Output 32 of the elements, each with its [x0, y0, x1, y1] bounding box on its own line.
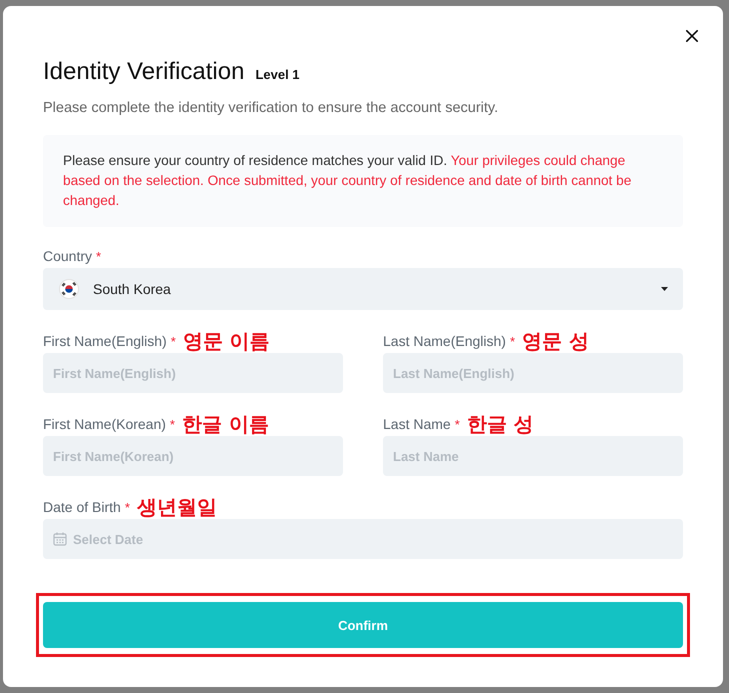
required-mark: * [454, 416, 460, 432]
field-label: Last Name [383, 416, 451, 432]
field-label: Country [43, 248, 92, 264]
required-mark: * [96, 248, 102, 264]
country-select[interactable]: South Korea [43, 268, 683, 310]
close-button[interactable] [683, 27, 701, 45]
close-icon [686, 30, 698, 42]
required-mark: * [170, 334, 176, 348]
dialog-subtitle: Please complete the identity verification to ensure the account security. [43, 99, 500, 118]
notice-text: Please ensure your country of residence matches your valid ID. Your privileges could change based on the selection. Once submitted, your country of residence and date of birth cannot be changed. [63, 152, 632, 210]
annotation-text: 영문 성 [522, 328, 589, 354]
required-mark: * [510, 334, 515, 348]
input-field[interactable]: Last Name [383, 436, 683, 476]
annotation-text: 한글 이름 [182, 410, 269, 438]
annotation-text: 생년월일 [136, 494, 217, 520]
field-label: First Name(English) [43, 333, 167, 349]
input-field[interactable]: Last Name(English) [383, 353, 683, 393]
input-field[interactable]: First Name(English) [43, 353, 343, 393]
field-label: Last Name(English) [383, 333, 506, 349]
level-label: Level 1 [255, 67, 300, 82]
field-label: Date of Birth [43, 499, 121, 515]
caret-icon [661, 287, 668, 291]
required-mark: * [124, 500, 130, 514]
date-field[interactable]: Select Date [43, 519, 683, 559]
dialog-title: Identity Verification [43, 57, 244, 87]
input-field[interactable]: First Name(Korean) [43, 436, 343, 476]
flag-icon [59, 279, 79, 299]
annotation-text: 한글 성 [466, 410, 534, 438]
annotation-text: 영문 이름 [182, 328, 270, 354]
field-label: First Name(Korean) [43, 416, 166, 432]
calendar-icon [53, 532, 67, 546]
required-mark: * [170, 416, 175, 432]
